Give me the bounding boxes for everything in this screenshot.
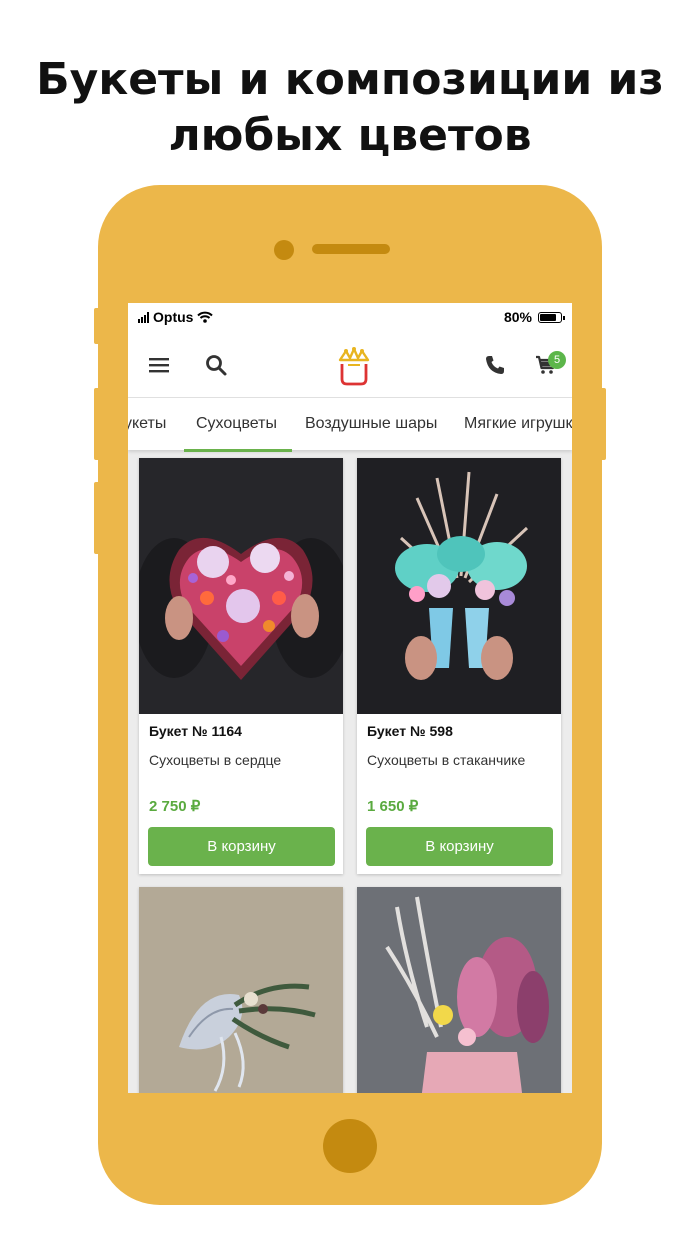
product-description: Сухоцветы в сердце xyxy=(149,752,282,768)
product-card[interactable] xyxy=(357,887,561,1093)
active-tab-indicator xyxy=(184,449,292,452)
add-to-cart-button[interactable]: В корзину xyxy=(148,827,335,866)
cart-count-badge: 5 xyxy=(548,351,566,369)
tab-dried-flowers[interactable]: Сухоцветы xyxy=(196,415,277,433)
tab-soft-toys[interactable]: Мягкие игрушки xyxy=(464,415,572,433)
status-bar: Optus 80% xyxy=(128,303,572,331)
add-to-cart-button[interactable]: В корзину xyxy=(366,827,553,866)
product-image[interactable] xyxy=(139,887,343,1093)
tab-balloons[interactable]: Воздушные шары xyxy=(305,415,437,433)
app-header: 5 xyxy=(128,331,572,398)
carrier-name: Optus xyxy=(153,309,194,325)
search-icon[interactable] xyxy=(204,353,228,377)
battery-info: 80% xyxy=(503,309,565,325)
battery-icon xyxy=(538,311,565,323)
wifi-icon xyxy=(197,311,214,323)
product-price: 2 750 ₽ xyxy=(149,798,201,815)
phone-earpiece xyxy=(312,244,390,254)
headline-line-1: Букеты и композиции из xyxy=(36,54,664,105)
product-card[interactable]: Букет № 598 Сухоцветы в стаканчике 1 650… xyxy=(357,458,561,874)
headline-line-2: любых цветов xyxy=(168,110,532,161)
battery-percent: 80% xyxy=(503,309,532,325)
product-title[interactable]: Букет № 1164 xyxy=(149,723,242,739)
signal-icon xyxy=(138,311,149,323)
product-description: Сухоцветы в стаканчике xyxy=(367,752,526,768)
page-headline: Букеты и композиции из любых цветов xyxy=(0,52,700,164)
phone-icon[interactable] xyxy=(483,353,507,377)
product-card[interactable]: Букет № 1164 Сухоцветы в сердце 2 750 ₽ … xyxy=(139,458,343,874)
tab-bouquets[interactable]: укеты xyxy=(128,415,166,433)
logo-crown-icon[interactable] xyxy=(336,347,372,387)
product-title[interactable]: Букет № 598 xyxy=(367,723,453,739)
product-price: 1 650 ₽ xyxy=(367,798,419,815)
phone-camera xyxy=(274,240,294,260)
product-image[interactable] xyxy=(139,458,343,714)
product-card[interactable] xyxy=(139,887,343,1093)
phone-home-button xyxy=(323,1119,377,1173)
product-image[interactable] xyxy=(357,458,561,714)
product-image[interactable] xyxy=(357,887,561,1093)
app-screen: Optus 80% 5 укеты Сухоцветы Воздушные ша… xyxy=(128,303,572,1093)
carrier-info: Optus xyxy=(138,309,214,325)
menu-icon[interactable] xyxy=(147,353,171,377)
category-tabs: укеты Сухоцветы Воздушные шары Мягкие иг… xyxy=(128,398,572,450)
